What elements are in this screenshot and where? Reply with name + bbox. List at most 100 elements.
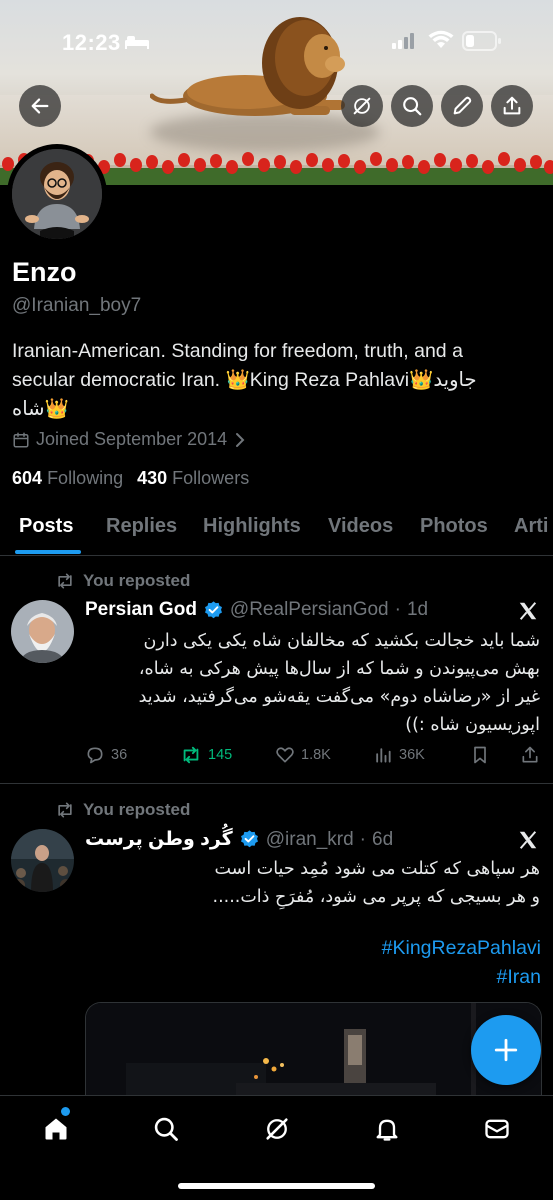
separator-dot: ·	[359, 828, 366, 850]
crown-emoji-icon: 👑	[44, 398, 69, 420]
repost-indicator: You reposted	[55, 571, 190, 591]
search-icon	[403, 97, 422, 116]
author-name[interactable]: Persian God	[85, 599, 197, 621]
author-name[interactable]: گُرد وطن پرست	[85, 828, 233, 851]
post-header: Persian God @RealPersianGod · 1d	[85, 599, 428, 621]
verified-badge-icon	[240, 830, 258, 848]
plus-icon	[494, 1038, 518, 1062]
post-actions: 36 145 1.8K 36K	[85, 745, 545, 769]
nav-notifications[interactable]	[367, 1112, 407, 1146]
reply-icon	[87, 747, 103, 764]
repost-button[interactable]: 145	[180, 745, 232, 765]
repost-count: 145	[208, 747, 233, 763]
bio-line: شاه👑	[12, 395, 542, 424]
bio-text: جاوید	[433, 369, 477, 391]
nav-messages[interactable]	[477, 1112, 517, 1146]
tab-articles[interactable]: Arti	[514, 515, 548, 538]
hashtag-link[interactable]: #Iran	[497, 966, 541, 989]
author-handle: @iran_krd	[265, 828, 354, 850]
like-count: 1.8K	[301, 747, 331, 763]
pencil-icon	[453, 96, 472, 115]
profile-avatar[interactable]	[7, 144, 107, 244]
post-time: 1d	[406, 599, 429, 620]
home-icon	[45, 1118, 67, 1140]
x-logo-icon	[519, 831, 537, 849]
view-count: 36K	[399, 747, 425, 763]
post-text: شما باید خجالت بکشید که مخالفان شاه یکی …	[85, 627, 540, 739]
tab-posts[interactable]: Posts	[19, 515, 73, 538]
followers-link[interactable]: 430 Followers	[137, 468, 249, 489]
grok-icon	[266, 1118, 288, 1140]
compose-post-button[interactable]	[471, 1015, 541, 1085]
like-button[interactable]: 1.8K	[275, 745, 331, 765]
calendar-icon	[13, 432, 29, 447]
profile-bio: Iranian-American. Standing for freedom, …	[12, 337, 542, 424]
crown-emoji-icon: 👑	[409, 369, 434, 391]
bio-line: Iranian-American. Standing for freedom, …	[12, 340, 463, 362]
post-text-line: و هر بسیجی که پرپر می شود، مُفرَحِ ذات..…	[212, 887, 540, 907]
share-icon	[522, 746, 538, 763]
nav-grok[interactable]	[257, 1112, 297, 1146]
post-text-line: بهش می‌پیوندن و شما که از سال‌ها پیش هرک…	[138, 659, 540, 679]
post-time: 6d	[372, 828, 394, 850]
heart-icon	[276, 747, 294, 763]
hashtag-link[interactable]: #KingRezaPahlavi	[382, 937, 541, 960]
nav-home[interactable]	[36, 1112, 76, 1146]
post-divider	[0, 783, 553, 784]
post-author-avatar[interactable]	[11, 829, 74, 892]
crown-emoji-icon: 👑	[225, 369, 250, 391]
post-text-line: غیر از «رضاشاه دوم» می‌گفت یقه‌شو می‌گرف…	[138, 687, 540, 707]
tab-photos[interactable]: Photos	[420, 515, 488, 538]
post-text-line: هر سپاهی که کتلت می شود مُمِد حیات است	[214, 859, 540, 879]
bio-text: King Reza Pahlavi	[249, 369, 410, 391]
profile-handle: @Iranian_boy7	[12, 295, 142, 316]
author-photo-image	[11, 829, 74, 892]
repost-indicator: You reposted	[55, 800, 190, 820]
back-button[interactable]	[19, 85, 61, 127]
joined-date-link[interactable]: Joined September 2014	[12, 429, 247, 450]
repost-label: You reposted	[83, 571, 191, 590]
author-photo-image	[11, 600, 74, 663]
wifi-icon	[428, 30, 454, 48]
tab-videos[interactable]: Videos	[328, 515, 393, 538]
following-count: 604	[12, 468, 43, 488]
reply-count: 36	[111, 747, 128, 763]
following-link[interactable]: 604 Following	[12, 468, 123, 489]
verified-badge-icon	[204, 600, 222, 618]
post-header: گُرد وطن پرست @iran_krd · 6d	[85, 828, 393, 851]
bio-text: شاه	[12, 398, 45, 420]
memoji-avatar-image	[12, 149, 102, 239]
tab-highlights[interactable]: Highlights	[203, 515, 301, 538]
bookmark-icon	[474, 746, 486, 764]
followers-label: Followers	[172, 468, 250, 488]
follow-counts: 604 Following 430 Followers	[12, 468, 249, 489]
share-button[interactable]	[491, 85, 533, 127]
avatar	[12, 149, 102, 239]
chevron-right-icon	[236, 432, 245, 447]
bookmark-button[interactable]	[470, 745, 490, 765]
nav-search[interactable]	[146, 1112, 186, 1146]
views-button[interactable]: 36K	[373, 745, 425, 765]
active-tab-indicator	[15, 550, 81, 554]
tab-replies[interactable]: Replies	[106, 515, 177, 538]
profile-tabs: Posts Replies Highlights Videos Photos A…	[0, 500, 553, 556]
post-author-avatar[interactable]	[11, 600, 74, 663]
grok-button[interactable]	[341, 85, 383, 127]
edit-profile-button[interactable]	[441, 85, 483, 127]
share-post-button[interactable]	[520, 745, 540, 765]
repost-icon	[58, 573, 72, 589]
separator-dot: ·	[394, 599, 401, 620]
author-handle: @RealPersianGod	[229, 599, 389, 620]
post-text-line: اپوزیسیون شاه :))	[405, 715, 540, 735]
battery-icon	[462, 31, 501, 51]
repost-icon	[58, 802, 72, 818]
status-bar: 12:23	[0, 0, 553, 80]
reply-button[interactable]: 36	[85, 745, 127, 765]
search-profile-button[interactable]	[391, 85, 433, 127]
following-label: Following	[47, 468, 124, 488]
notification-dot	[61, 1107, 70, 1116]
grok-icon	[353, 97, 371, 115]
search-icon	[154, 1117, 178, 1141]
joined-date: Joined September 2014	[36, 429, 228, 449]
cellular-signal-icon	[392, 33, 414, 49]
